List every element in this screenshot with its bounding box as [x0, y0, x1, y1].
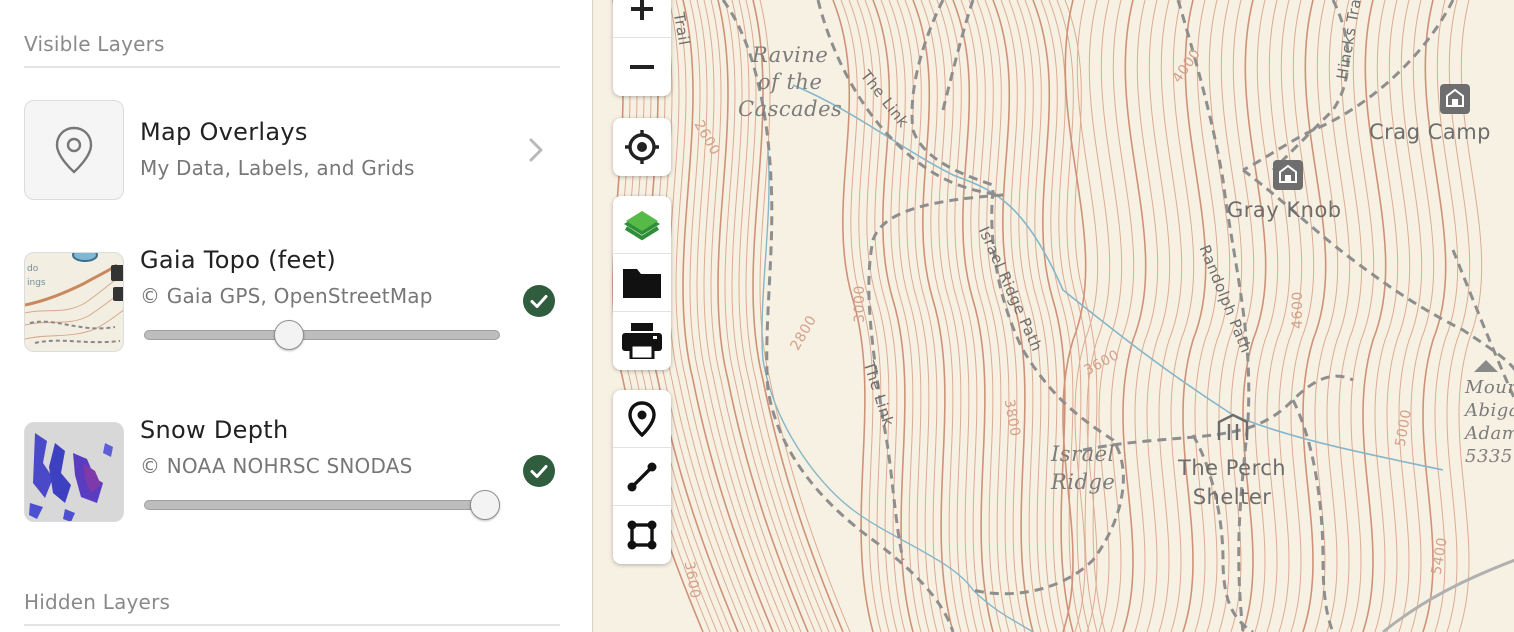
location-pin-icon	[55, 126, 93, 174]
snow-depth-thumbnail	[24, 422, 124, 522]
layer-name: Snow Depth	[140, 416, 289, 444]
place-label-gray-knob: Gray Knob	[1227, 198, 1342, 222]
layer-name: Gaia Topo (feet)	[140, 246, 337, 274]
visibility-check-icon[interactable]	[523, 285, 555, 317]
add-waypoint-button[interactable]	[613, 390, 671, 448]
locate-me-button[interactable]	[613, 118, 671, 176]
map-overlays-thumbnail	[24, 100, 124, 200]
contour-label: 4600	[1289, 291, 1306, 329]
place-label-perch-shelter: The Perch Shelter	[1178, 456, 1287, 509]
draw-route-button[interactable]	[613, 448, 671, 506]
visible-layers-heading: Visible Layers	[24, 32, 165, 56]
topo-map[interactable]: Ravine of the Cascades Crag Camp Gray Kn…	[592, 0, 1514, 632]
place-label-mount-abigail-adams: Mount Abigail Adams 5335	[1465, 377, 1514, 467]
topo-contours	[612, 0, 1514, 632]
place-label-crag-camp: Crag Camp	[1369, 120, 1491, 144]
zoom-in-button[interactable]	[613, 0, 671, 38]
zoom-out-icon	[630, 65, 654, 69]
draw-area-button[interactable]	[613, 506, 671, 564]
divider	[24, 66, 560, 68]
gray-knob-hut-icon[interactable]	[1273, 160, 1303, 190]
zoom-controls	[613, 0, 671, 96]
opacity-slider-handle[interactable]	[274, 320, 304, 350]
route-icon	[627, 462, 657, 491]
contour-label: 3000	[851, 285, 868, 323]
chevron-right-icon[interactable]	[524, 136, 548, 164]
layer-name: Map Overlays	[140, 118, 308, 146]
folder-icon	[623, 268, 661, 298]
place-label-israel-ridge: Israel Ridge	[1051, 442, 1116, 494]
visibility-check-icon[interactable]	[523, 455, 555, 487]
opacity-slider[interactable]	[144, 500, 500, 510]
saved-items-button[interactable]	[613, 254, 671, 312]
svg-text:do: do	[27, 264, 39, 274]
opacity-slider[interactable]	[144, 330, 500, 340]
layer-subtitle: © Gaia GPS, OpenStreetMap	[140, 284, 433, 308]
divider	[24, 624, 560, 626]
locate-me-icon	[625, 130, 659, 164]
layers-button[interactable]	[613, 196, 671, 254]
hidden-layers-heading: Hidden Layers	[24, 590, 171, 614]
layer-subtitle: My Data, Labels, and Grids	[140, 156, 415, 180]
opacity-slider-handle[interactable]	[470, 490, 500, 520]
zoom-out-button[interactable]	[613, 38, 671, 96]
app-window: Visible Layers Map Overlays My Data, Lab…	[0, 0, 1514, 632]
location-controls	[613, 118, 671, 176]
draw-controls	[613, 390, 671, 564]
layers-icon	[624, 210, 660, 240]
layers-panel: Visible Layers Map Overlays My Data, Lab…	[0, 0, 592, 632]
place-label-ravine: Ravine of the Cascades	[738, 43, 843, 121]
waypoint-icon	[628, 400, 656, 437]
data-controls	[613, 196, 671, 370]
print-button[interactable]	[613, 312, 671, 370]
gaia-topo-thumbnail: do ings	[24, 252, 124, 352]
layer-subtitle: © NOAA NOHRSC SNODAS	[140, 454, 413, 478]
print-icon	[622, 323, 662, 359]
crag-camp-hut-icon[interactable]	[1440, 84, 1470, 114]
svg-text:ings: ings	[27, 278, 46, 288]
area-icon	[627, 520, 657, 550]
zoom-in-icon	[631, 0, 653, 20]
